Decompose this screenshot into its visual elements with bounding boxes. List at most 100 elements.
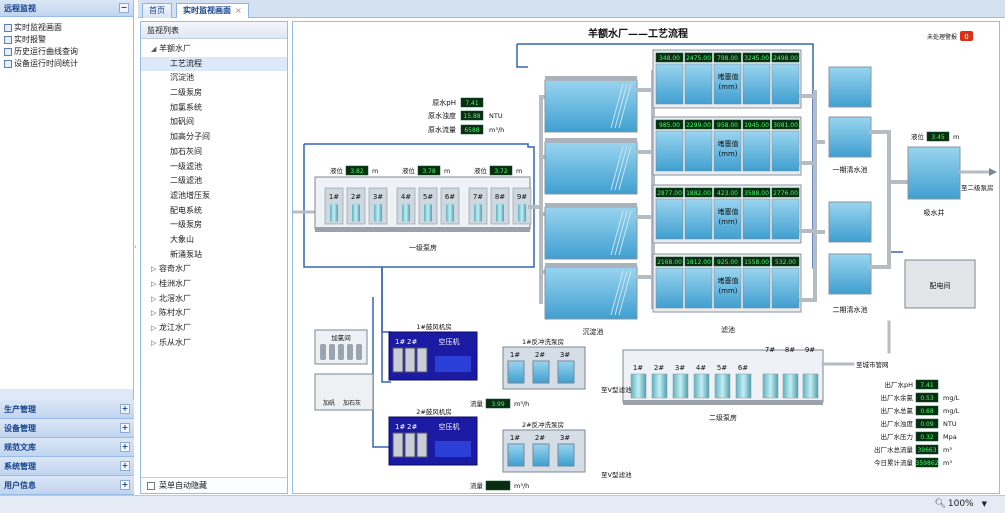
chevron-down-icon[interactable]: ▼ (982, 500, 987, 508)
tree-node-item[interactable]: 一级泵房 (141, 218, 287, 233)
filter-clog-value: 423.00 (717, 190, 738, 197)
pump-house-base (623, 400, 823, 405)
nav-item-label: 设备运行时间统计 (14, 59, 78, 68)
filter-clog-value: 985.00 (659, 122, 680, 129)
outlet-label: 出厂水总流量 (874, 445, 914, 454)
sedimentation-tank (544, 79, 638, 133)
diagram-label: 原水pH (432, 98, 456, 107)
tree-node-item[interactable]: 二级滤池 (141, 174, 287, 189)
expand-arrow-icon[interactable]: ▷ (151, 321, 159, 336)
flow-line (381, 267, 391, 333)
blower-cabinet (416, 347, 428, 373)
tree-node-item[interactable]: 大象山 (141, 233, 287, 248)
filter-overlay-unit: (mm) (718, 150, 737, 158)
collapse-icon[interactable]: − (119, 3, 129, 13)
expand-arrow-icon[interactable]: ▷ (151, 277, 159, 292)
lcd-value: 15.88 (463, 113, 480, 120)
tab-home[interactable]: 首页 (142, 3, 172, 18)
accordion-equipment[interactable]: 设备管理 + (0, 419, 134, 438)
tree-node-plant[interactable]: ▷ 容奇水厂 (141, 262, 287, 277)
nav-item-realtime-screen[interactable]: 实时监视画面 (0, 22, 133, 34)
pump-unit (762, 373, 779, 399)
accordion-system[interactable]: 系统管理 + (0, 457, 134, 476)
tree-node-item[interactable]: 一级滤池 (141, 160, 287, 175)
tree-node-item[interactable]: 二级泵房 (141, 86, 287, 101)
tree-node-label: 桂洲水厂 (159, 279, 191, 288)
tree-node-item[interactable]: 工艺流程 (141, 56, 287, 72)
tree-node-item[interactable]: 滤池增压泵 (141, 189, 287, 204)
pump-label: 8# (495, 193, 505, 201)
tree-node-item[interactable]: 加矾间 (141, 115, 287, 130)
accordion-user[interactable]: 用户信息 + (0, 476, 134, 495)
pump-house-base (315, 227, 530, 232)
expand-arrow-icon[interactable]: ▷ (151, 262, 159, 277)
filter-cell (655, 63, 684, 105)
tree-node-plant[interactable]: ▷ 乐从水厂 (141, 336, 287, 351)
compressor-label: 空压机 (439, 422, 460, 431)
expand-icon[interactable]: + (120, 442, 130, 452)
sidebar-collapse-handle-icon[interactable]: ‹ (134, 240, 138, 254)
tree-node-plant[interactable]: ▷ 陈村水厂 (141, 306, 287, 321)
zoom-control[interactable]: 🔍︎ 100% ▼ (934, 499, 987, 509)
tree-node-item[interactable]: 配电系统 (141, 204, 287, 219)
expand-icon[interactable]: + (120, 480, 130, 490)
tree-node-plant[interactable]: ▷ 龙江水厂 (141, 321, 287, 336)
filter-cell (684, 130, 713, 172)
blower-cabinet (416, 432, 428, 458)
tree-node-label: 乐从水厂 (159, 337, 191, 347)
tree-node-label: 滤池增压泵 (170, 190, 210, 200)
pump-unit (693, 373, 710, 399)
lcd-value: 3.45 (931, 134, 945, 141)
tree-node-plant[interactable]: ◢ 羊额水厂 (141, 42, 287, 57)
filter-cell (684, 198, 713, 240)
nav-item-history-curve[interactable]: 历史运行曲线查询 (0, 46, 133, 58)
expand-icon[interactable]: + (120, 461, 130, 471)
tree-node-item[interactable]: 沉淀池 (141, 71, 287, 86)
filter-cell (771, 267, 800, 309)
accordion-production[interactable]: 生产管理 + (0, 400, 134, 419)
tree-node-item[interactable]: 加氯系统 (141, 101, 287, 116)
filter-overlay-unit: (mm) (718, 218, 737, 226)
filter-clog-value: 2168.00 (657, 259, 682, 266)
diagram-label: m³/h (489, 126, 504, 134)
auto-hide-checkbox[interactable] (147, 481, 155, 490)
nav-item-realtime-alarm[interactable]: 实时报警 (0, 34, 133, 46)
expand-arrow-icon[interactable]: ▷ (151, 306, 159, 321)
backwash-pump (557, 360, 575, 384)
tree-node-label: 工艺流程 (170, 58, 202, 68)
tree-node-plant[interactable]: ▷ 桂洲水厂 (141, 277, 287, 292)
tree-node-label: 容奇水厂 (159, 264, 191, 274)
blower-unit-label: 2# (407, 338, 417, 346)
nav-item-label: 实时报警 (14, 35, 46, 44)
tree-node-item[interactable]: 新涌泵站 (141, 248, 287, 263)
outlet-label: 出厂水余氯 (881, 393, 914, 402)
accordion-monitor-header[interactable]: 远程监视 − (0, 0, 133, 17)
accordion-label: 系统管理 (4, 462, 36, 471)
expand-arrow-icon[interactable]: ▷ (151, 292, 159, 307)
nav-item-runtime-stats[interactable]: 设备运行时间统计 (0, 58, 133, 70)
pump-unit (802, 373, 819, 399)
tree-node-item[interactable]: 加高分子间 (141, 130, 287, 145)
diagram-label: 加矾 (323, 399, 335, 407)
tab-realtime-screen[interactable]: 实时监视画面 × (176, 3, 249, 18)
expand-icon[interactable]: + (120, 404, 130, 414)
diagram-label: 沉淀池 (583, 327, 604, 336)
accordion-monitor-body: 实时监视画面 实时报警 历史运行曲线查询 设备运行时间统计 (0, 17, 133, 389)
filter-cell (771, 130, 800, 172)
auto-hide-menu-option[interactable]: 菜单自动隐藏 (141, 477, 287, 493)
expand-arrow-icon[interactable]: ▷ (151, 336, 159, 351)
pump-label: 4# (696, 364, 706, 372)
collapse-arrow-icon[interactable]: ◢ (151, 42, 159, 57)
close-icon[interactable]: × (235, 6, 242, 15)
diagram-label: m (953, 133, 959, 141)
filter-cell (742, 198, 771, 240)
pump-unit (518, 204, 526, 222)
tree-node-item[interactable]: 加石灰间 (141, 145, 287, 160)
accordion-standards[interactable]: 规范文库 + (0, 438, 134, 457)
expand-icon[interactable]: + (120, 423, 130, 433)
tree-node-label: 沉淀池 (170, 73, 194, 83)
tree-node-label: 陈村水厂 (159, 308, 191, 318)
tree-node-plant[interactable]: ▷ 北滘水厂 (141, 292, 287, 307)
chlorine-cylinder (347, 344, 353, 360)
filter-cell (742, 63, 771, 105)
